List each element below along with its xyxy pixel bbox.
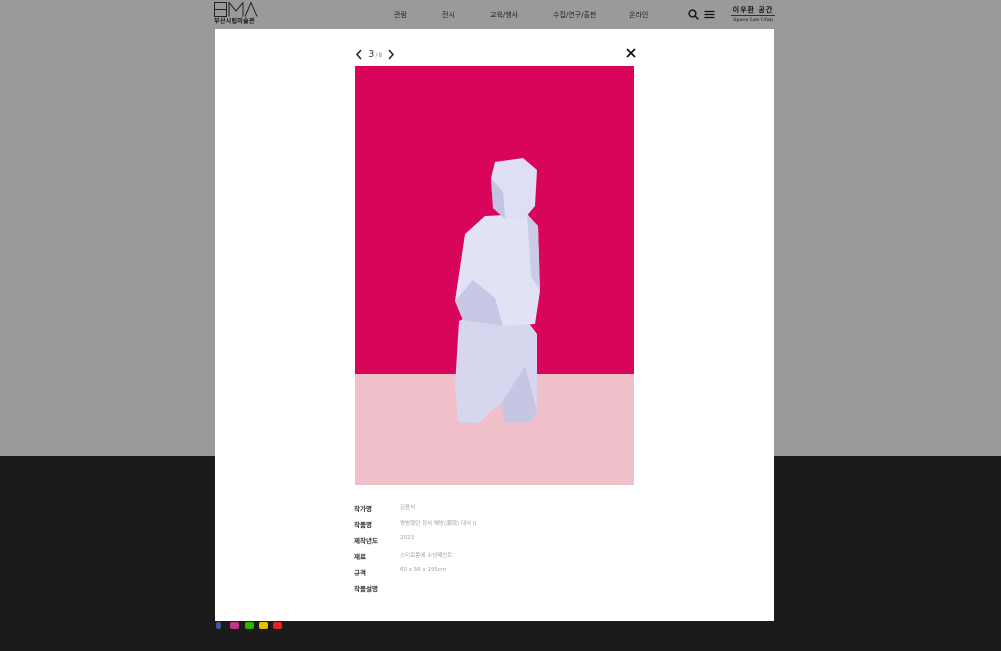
detail-label: 재료 [354, 553, 366, 561]
detail-row-artist: 작가명 김용석 [354, 503, 654, 519]
youtube-icon[interactable] [273, 622, 282, 629]
detail-row-description: 작품설명 [354, 583, 654, 599]
detail-row-title: 작품명 평범했던 정서 해방(潮流) 대사 II [354, 519, 654, 535]
detail-row-size: 규격 60 x 56 x 195cm [354, 567, 654, 583]
space-link-korean: 이우환 공간 [731, 5, 775, 16]
chevron-right-icon[interactable] [387, 49, 395, 60]
site-header: 부산시립미술관 관람 전시 교육/행사 수집/연구/출판 온라인 이우환 공간 … [0, 0, 1001, 29]
search-icon[interactable] [688, 9, 699, 20]
logo-mark [214, 2, 258, 17]
space-lee-ufan-link[interactable]: 이우환 공간 Space Lee Ufan [731, 5, 775, 25]
kakao-icon[interactable] [259, 622, 268, 629]
detail-value: 김용석 [400, 505, 416, 511]
detail-value: 평범했던 정서 해방(潮流) 대사 II [400, 521, 477, 527]
artwork-modal: 3 / 8 작가명 김용석 작품명 평범했던 정서 해방(潮流) 대사 II 제… [215, 29, 774, 621]
detail-label: 제작년도 [354, 537, 378, 545]
artwork-details: 작가명 김용석 작품명 평범했던 정서 해방(潮流) 대사 II 제작년도 20… [354, 503, 654, 599]
nav-item-education[interactable]: 교육/행사 [490, 10, 518, 20]
blog-icon[interactable] [245, 622, 254, 629]
site-logo[interactable]: 부산시립미술관 [214, 2, 262, 28]
nav-item-collection[interactable]: 수집/연구/출판 [553, 10, 596, 20]
pager-separator: / [375, 51, 378, 59]
artwork-image [355, 66, 634, 485]
instagram-icon[interactable] [230, 622, 239, 629]
nav-item-exhibition[interactable]: 전시 [442, 10, 455, 20]
pager-total: 8 [378, 51, 383, 59]
detail-value: 스티로폼에 수성페인트 [400, 553, 453, 559]
detail-value: 2023 [400, 535, 414, 541]
logo-text: 부산시립미술관 [214, 18, 255, 25]
detail-value: 60 x 56 x 195cm [400, 567, 447, 573]
chevron-left-icon[interactable] [355, 49, 363, 60]
detail-label: 작품설명 [354, 585, 378, 593]
nav-item-visit[interactable]: 관람 [394, 10, 407, 20]
image-pager: 3 / 8 [355, 47, 395, 61]
nav-item-online[interactable]: 온라인 [629, 10, 648, 20]
detail-row-year: 제작년도 2023 [354, 535, 654, 551]
pager-count: 3 / 8 [368, 49, 382, 60]
detail-label: 작가명 [354, 505, 372, 513]
space-link-english: Space Lee Ufan [732, 17, 774, 23]
detail-label: 작품명 [354, 521, 372, 529]
detail-row-material: 재료 스티로폼에 수성페인트 [354, 551, 654, 567]
close-icon[interactable] [625, 47, 637, 59]
pager-current: 3 [368, 48, 375, 60]
facebook-icon[interactable] [216, 622, 221, 629]
detail-label: 규격 [354, 569, 366, 577]
hamburger-menu-icon[interactable] [704, 9, 715, 20]
